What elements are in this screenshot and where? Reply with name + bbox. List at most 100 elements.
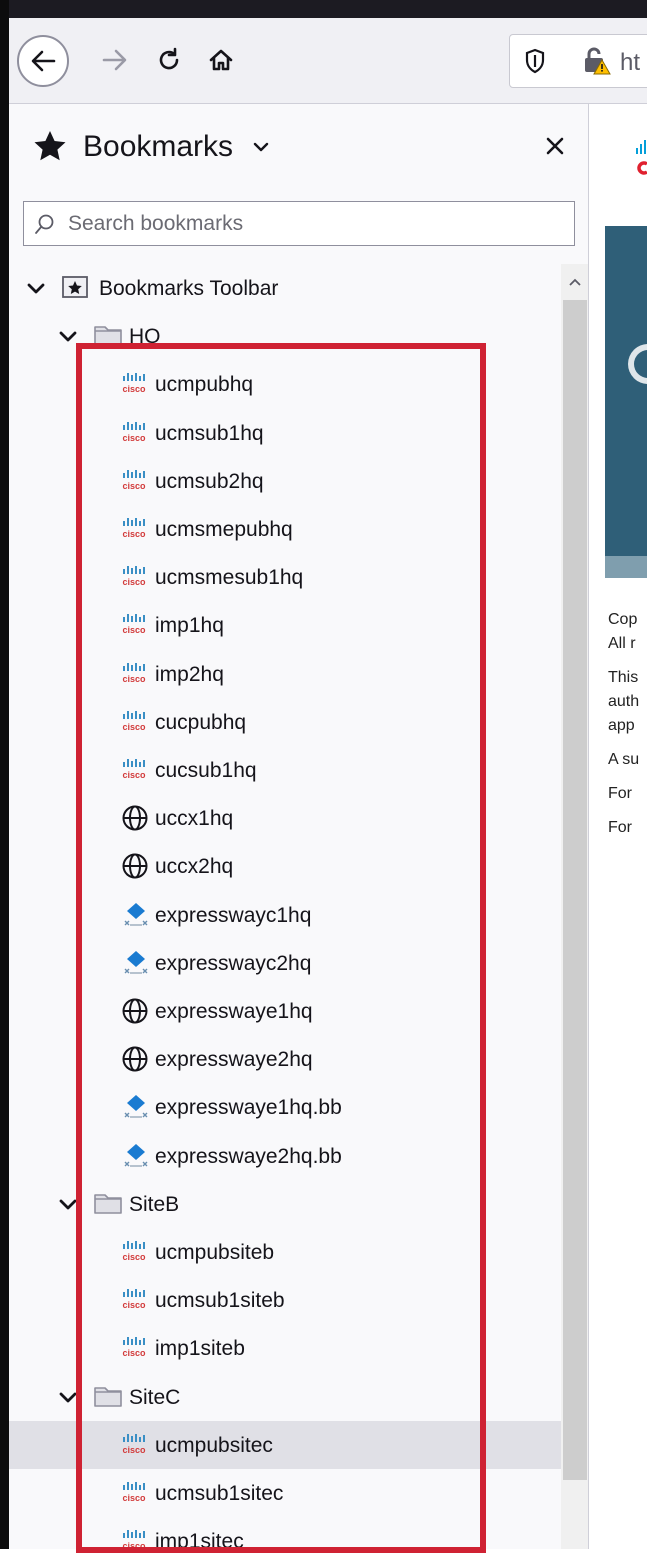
bookmark-folder[interactable]: Bookmarks Toolbar	[9, 264, 561, 312]
svg-text:cisco: cisco	[122, 577, 146, 587]
cisco-icon: cisco	[121, 370, 147, 402]
bookmark-item[interactable]: cisco imp1hq	[9, 601, 561, 649]
globe-icon	[121, 1045, 149, 1079]
close-sidebar-button[interactable]	[537, 128, 573, 164]
bookmark-item[interactable]: cisco ucmsub1sitec	[9, 1469, 561, 1517]
content-text-line: app	[608, 717, 635, 734]
url-text[interactable]: ht	[620, 49, 640, 77]
bookmark-item[interactable]: uccx2hq	[9, 842, 561, 890]
cisco-icon: cisco	[121, 1286, 147, 1318]
svg-text:cisco: cisco	[122, 722, 146, 732]
bookmark-label: ucmpubsitec	[155, 1433, 273, 1457]
svg-text:cisco: cisco	[122, 1300, 146, 1310]
content-text-line: For	[608, 819, 632, 836]
bookmark-item[interactable]: expresswaye2hq	[9, 1035, 561, 1083]
bookmark-item[interactable]: expresswaye2hq.bb	[9, 1132, 561, 1180]
bookmark-item[interactable]: cisco ucmsub2hq	[9, 457, 561, 505]
chevron-down-icon[interactable]	[59, 1194, 77, 1218]
toolbar-icon	[61, 274, 89, 306]
cisco-icon: cisco	[121, 419, 147, 451]
bookmark-label: ucmpubsiteb	[155, 1241, 275, 1264]
bookmark-label: Bookmarks Toolbar	[99, 277, 279, 300]
bookmark-item[interactable]: cisco imp1sitec	[9, 1517, 561, 1549]
chevron-down-icon[interactable]	[59, 1387, 77, 1411]
bookmark-item[interactable]: uccx1hq	[9, 794, 561, 842]
content-text-line: Cop	[608, 611, 638, 628]
svg-text:cisco: cisco	[122, 1541, 146, 1549]
scroll-thumb[interactable]	[563, 300, 587, 1480]
bookmark-folder[interactable]: SiteB	[9, 1180, 561, 1228]
scrollbar[interactable]	[561, 264, 588, 1549]
forward-button[interactable]	[93, 38, 137, 82]
bookmark-label: expresswayc1hq	[155, 903, 312, 927]
hero-banner	[605, 226, 647, 556]
sidebar-header: Bookmarks	[9, 104, 588, 194]
bookmark-label: ucmpubhq	[155, 373, 254, 397]
cisco-icon: cisco	[121, 515, 147, 547]
content-text-line: For	[608, 785, 632, 802]
bookmark-folder[interactable]: HQ	[9, 312, 561, 360]
bookmark-item[interactable]: cisco cucpubhq	[9, 698, 561, 746]
search-input[interactable]	[68, 210, 558, 238]
home-button[interactable]	[199, 38, 243, 82]
bookmark-label: SiteB	[129, 1192, 180, 1216]
bookmark-item[interactable]: cisco ucmsmepubhq	[9, 505, 561, 553]
bookmarks-tree: Bookmarks Toolbar HQ cisco ucmpubhq cisco ucm…	[9, 264, 561, 1549]
expressway-icon	[121, 949, 151, 983]
back-button[interactable]	[17, 35, 69, 87]
bookmark-item[interactable]: cisco imp1siteb	[9, 1324, 561, 1372]
bookmark-label: expresswaye2hq	[155, 1048, 313, 1072]
bookmark-item[interactable]: expresswaye1hq.bb	[9, 1083, 561, 1131]
bookmark-item[interactable]: expresswaye1hq	[9, 987, 561, 1035]
bookmark-item[interactable]: cisco imp2hq	[9, 650, 561, 698]
shield-icon[interactable]	[524, 48, 546, 79]
bookmark-item[interactable]: cisco ucmsmesub1hq	[9, 553, 561, 601]
cisco-icon: cisco	[121, 756, 147, 788]
bookmark-folder[interactable]: SiteC	[9, 1373, 561, 1421]
bookmark-item[interactable]: cisco ucmsub1siteb	[9, 1276, 561, 1324]
scroll-up-button[interactable]	[561, 268, 588, 296]
bookmark-label: SiteC	[129, 1385, 181, 1409]
bookmark-item[interactable]: cisco ucmsub1hq	[9, 409, 561, 457]
globe-icon	[121, 852, 149, 886]
cisco-icon: cisco	[121, 660, 147, 692]
svg-text:cisco: cisco	[122, 674, 146, 684]
svg-text:cisco: cisco	[122, 481, 146, 491]
bookmark-label: cucsub1hq	[155, 759, 257, 782]
bookmark-item[interactable]: cisco cucsub1hq	[9, 746, 561, 794]
bookmark-label: expresswaye1hq	[155, 1000, 313, 1023]
svg-text:cisco: cisco	[122, 1252, 146, 1262]
svg-text:cisco: cisco	[122, 625, 146, 635]
sidebar-title[interactable]: Bookmarks	[83, 130, 233, 164]
chevron-down-icon[interactable]	[27, 278, 45, 302]
url-bar[interactable]: ht	[509, 34, 647, 88]
search-box[interactable]	[23, 201, 575, 246]
reload-button[interactable]	[147, 38, 191, 82]
cisco-icon: cisco	[121, 563, 147, 595]
bookmark-label: ucmsmepubhq	[155, 518, 293, 541]
cisco-icon: cisco	[121, 1238, 147, 1270]
content-text-line: This	[608, 669, 639, 686]
chevron-down-icon[interactable]	[59, 326, 77, 350]
bookmark-label: expresswaye2hq.bb	[155, 1144, 342, 1168]
navigation-toolbar: ht	[9, 18, 647, 104]
folder-icon	[93, 1383, 123, 1415]
bookmark-item[interactable]: expresswayc2hq	[9, 939, 561, 987]
content-text-line: All r	[608, 635, 636, 652]
bookmark-label: expresswaye1hq.bb	[155, 1096, 342, 1120]
chevron-down-icon[interactable]	[253, 140, 269, 158]
bookmark-item[interactable]: cisco ucmpubsitec	[9, 1420, 561, 1469]
close-icon	[546, 137, 564, 155]
bookmark-item[interactable]: cisco ucmpubsiteb	[9, 1228, 561, 1276]
bookmark-label: imp1sitec	[155, 1530, 244, 1549]
svg-text:cisco: cisco	[122, 384, 146, 394]
insecure-lock-icon[interactable]	[582, 46, 612, 81]
expressway-icon	[121, 901, 151, 935]
bookmark-label: uccx2hq	[155, 855, 234, 879]
bookmark-label: ucmsub1sitec	[155, 1482, 284, 1505]
cisco-icon: cisco	[121, 611, 147, 643]
arrow-right-icon	[102, 49, 127, 71]
bookmark-label: expresswayc2hq	[155, 951, 312, 975]
bookmark-item[interactable]: expresswayc1hq	[9, 891, 561, 939]
bookmark-item[interactable]: cisco ucmpubhq	[9, 360, 561, 408]
